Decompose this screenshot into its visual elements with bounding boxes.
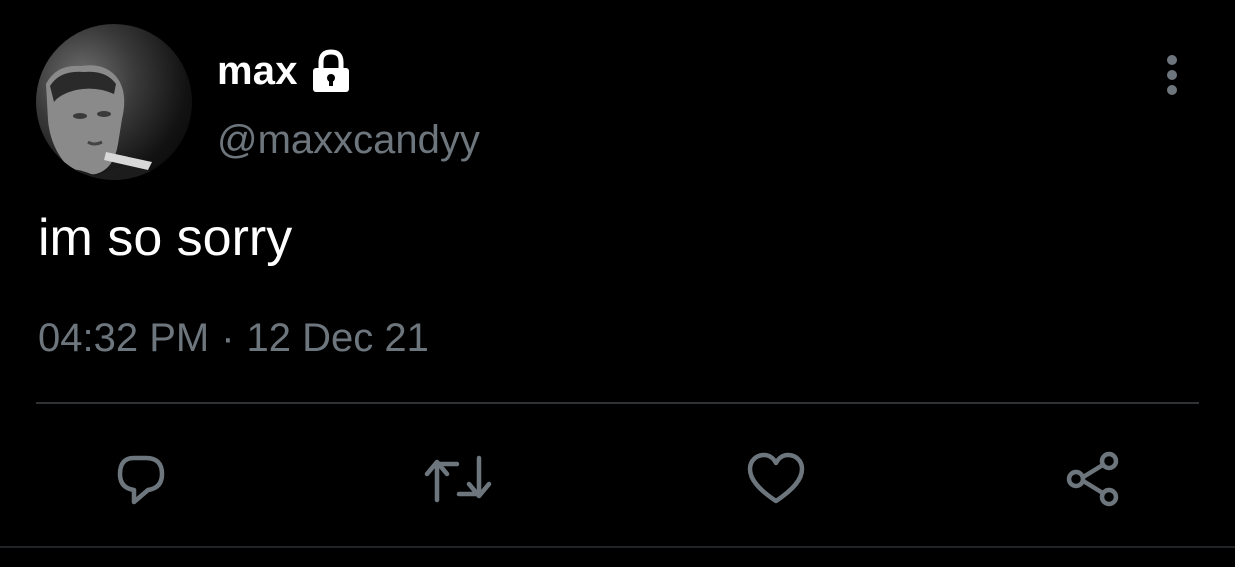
share-icon (1066, 451, 1119, 507)
retweet-button[interactable] (423, 444, 493, 514)
profile-photo (36, 65, 166, 180)
lock-icon (308, 48, 354, 94)
tweet-detail: max @maxxcandyy im so sorry 04:32 PM · 1… (0, 0, 1235, 567)
reply-button[interactable] (106, 444, 176, 514)
bottom-divider (0, 546, 1235, 548)
reply-icon (117, 455, 165, 505)
share-button[interactable] (1058, 444, 1128, 514)
tweet-time: 04:32 PM (38, 316, 210, 360)
meta-separator: · (221, 316, 235, 360)
display-name[interactable]: max (217, 49, 298, 94)
more-options-button[interactable] (1150, 50, 1194, 100)
name-row: max (217, 46, 354, 96)
heart-icon (747, 452, 805, 504)
user-handle[interactable]: @maxxcandyy (217, 118, 480, 163)
tweet-text: im so sorry (38, 209, 293, 267)
tweet-timestamp[interactable]: 04:32 PM · 12 Dec 21 (38, 316, 429, 361)
retweet-icon (424, 455, 492, 503)
tweet-date: 12 Dec 21 (246, 316, 429, 360)
like-button[interactable] (741, 444, 811, 514)
avatar[interactable] (36, 24, 192, 180)
more-vertical-icon (1167, 55, 1177, 95)
divider (36, 402, 1199, 404)
